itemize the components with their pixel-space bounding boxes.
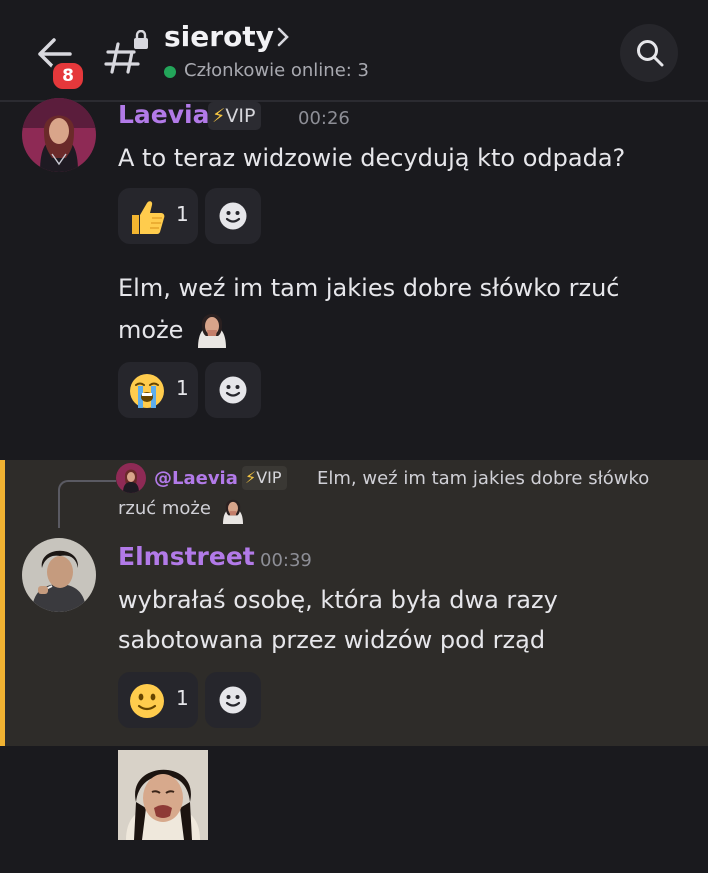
- smiley-add-icon: [219, 686, 247, 714]
- reaction-count: 1: [176, 376, 189, 400]
- avatar-elmstreet[interactable]: [22, 538, 96, 612]
- reply-avatar-laevia: [116, 463, 146, 493]
- role-tag-label: VIP: [225, 105, 256, 127]
- chevron-right-icon[interactable]: [276, 26, 290, 48]
- reply-preview-text[interactable]: rzuć może: [118, 498, 211, 519]
- add-reaction-button[interactable]: [205, 362, 261, 418]
- crying-woman-sticker-image[interactable]: [118, 750, 208, 840]
- user-avatar-image: [22, 538, 96, 612]
- unread-badge: 8: [50, 60, 86, 92]
- message-text-line: Elm, weź im tam jakies dobre słówko rzuć: [118, 274, 620, 302]
- slightly-smiling-face-icon: [130, 684, 164, 718]
- avatar-laevia[interactable]: [22, 98, 96, 172]
- smiley-add-icon: [219, 376, 247, 404]
- message-text-line: wybrałaś osobę, która była dwa razy: [118, 586, 558, 614]
- add-reaction-button[interactable]: [205, 188, 261, 244]
- user-avatar-image: [116, 463, 146, 493]
- reaction-thumbs-up[interactable]: 1: [118, 188, 198, 244]
- reaction-count: 1: [176, 202, 189, 226]
- message-timestamp: 00:39: [260, 550, 312, 571]
- loudly-crying-face-icon: [130, 374, 164, 408]
- reply-author[interactable]: @Laevia: [154, 468, 238, 489]
- reply-connector: [58, 480, 116, 528]
- message-text: A to teraz widzowie decydują kto odpada?: [118, 144, 626, 172]
- add-reaction-button[interactable]: [205, 672, 261, 728]
- crying-woman-emoji-icon: [223, 499, 243, 524]
- smiley-add-icon: [219, 202, 247, 230]
- locked-channel-icon: [104, 30, 148, 74]
- reply-role-label: VIP: [256, 468, 282, 487]
- reply-preview-text[interactable]: Elm, weź im tam jakies dobre słówko: [317, 468, 649, 489]
- channel-name[interactable]: sieroty: [164, 20, 274, 53]
- online-members-count: Członkowie online: 3: [184, 60, 370, 81]
- message-author[interactable]: Laevia: [118, 100, 210, 129]
- message-text-line: może: [118, 316, 184, 344]
- message-text-line: sabotowana przez widzów pod rząd: [118, 626, 546, 654]
- search-icon: [637, 40, 664, 67]
- online-status-dot: [164, 66, 176, 78]
- channel-header: 8 sieroty Członkowie online: 3: [0, 0, 708, 102]
- crying-woman-emoji-icon: [198, 314, 226, 348]
- back-button[interactable]: 8: [30, 30, 86, 92]
- lightning-icon: ⚡: [245, 468, 257, 487]
- lightning-icon: ⚡: [212, 105, 226, 127]
- role-tag: ⚡VIP: [208, 102, 262, 130]
- reaction-loudly-crying[interactable]: 1: [118, 362, 198, 418]
- message-timestamp: 00:26: [298, 108, 350, 129]
- reply-role-tag: ⚡VIP: [242, 466, 287, 490]
- reaction-slightly-smiling[interactable]: 1: [118, 672, 198, 728]
- user-avatar-image: [22, 98, 96, 172]
- message-author[interactable]: Elmstreet: [118, 542, 255, 571]
- search-button[interactable]: [620, 24, 678, 82]
- reaction-count: 1: [176, 686, 189, 710]
- thumbs-up-icon: [132, 201, 165, 234]
